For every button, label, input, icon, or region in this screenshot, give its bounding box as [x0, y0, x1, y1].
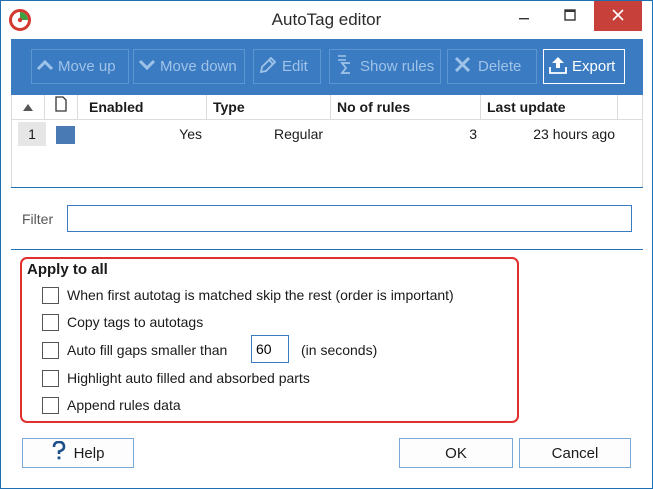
sort-up-icon [22, 99, 34, 115]
filter-input[interactable] [67, 205, 632, 232]
ok-button[interactable]: OK [399, 438, 513, 468]
export-label: Export [572, 58, 616, 75]
upload-icon [548, 55, 572, 79]
sigma-list-icon [334, 54, 360, 80]
table-header: Enabled Type No of rules Last update [12, 95, 642, 120]
column-header-type[interactable]: Type [207, 95, 331, 120]
sort-column-header[interactable] [12, 95, 45, 120]
toolbar: Move up Move down Edit Show rules Delete [11, 39, 643, 95]
move-down-label: Move down [160, 58, 237, 75]
auto-fill-checkbox[interactable] [42, 341, 59, 359]
delete-button[interactable]: Delete [447, 49, 537, 84]
apply-to-all-title: Apply to all [27, 261, 108, 278]
move-up-button[interactable]: Move up [31, 49, 129, 84]
auto-fill-option[interactable]: Auto fill gaps smaller than [42, 340, 227, 360]
append-rules-label: Append rules data [67, 397, 181, 413]
ok-label: OK [445, 444, 467, 462]
cancel-button[interactable]: Cancel [519, 438, 631, 468]
export-button[interactable]: Export [543, 49, 625, 84]
move-down-button[interactable]: Move down [133, 49, 245, 84]
close-button[interactable] [594, 1, 642, 31]
edit-label: Edit [282, 58, 308, 75]
document-icon [55, 96, 67, 115]
filter-label: Filter [22, 211, 54, 227]
chevron-down-icon [138, 58, 160, 76]
cell-type: Regular [274, 126, 324, 142]
column-header-enabled[interactable]: Enabled [83, 95, 207, 120]
skip-rest-checkbox[interactable] [42, 286, 59, 304]
delete-x-icon [452, 55, 478, 79]
color-column-header[interactable] [45, 95, 78, 120]
fill-gap-unit: (in seconds) [301, 342, 378, 358]
skip-rest-option[interactable]: When first autotag is matched skip the r… [42, 285, 454, 305]
column-header-rules[interactable]: No of rules [331, 95, 481, 120]
cell-enabled: Yes [179, 126, 202, 142]
skip-rest-label: When first autotag is matched skip the r… [67, 287, 454, 303]
grid-bottom-divider [11, 187, 643, 188]
cell-last-update: 23 hours ago [533, 126, 615, 142]
minimize-icon [518, 8, 530, 24]
minimize-button[interactable] [502, 1, 546, 31]
append-rules-checkbox[interactable] [42, 396, 59, 414]
row-number: 1 [18, 122, 46, 146]
show-rules-label: Show rules [360, 58, 435, 75]
chevron-up-icon [36, 58, 58, 76]
copy-tags-option[interactable]: Copy tags to autotags [42, 312, 203, 332]
column-header-last-update[interactable]: Last update [481, 95, 618, 120]
highlight-option[interactable]: Highlight auto filled and absorbed parts [42, 368, 310, 388]
cancel-label: Cancel [551, 444, 599, 462]
help-label: Help [73, 444, 105, 462]
append-rules-option[interactable]: Append rules data [42, 395, 181, 415]
highlight-checkbox[interactable] [42, 369, 59, 387]
fill-gap-seconds-input[interactable] [251, 335, 289, 363]
auto-fill-label: Auto fill gaps smaller than [67, 342, 228, 358]
highlight-label: Highlight auto filled and absorbed parts [67, 370, 310, 386]
autotag-editor-window: AutoTag editor Move up Move down Edit Sh… [0, 0, 653, 489]
filter-bottom-divider [11, 249, 643, 250]
cell-rules: 3 [469, 126, 477, 142]
table-row[interactable]: 1 Yes Regular 3 23 hours ago [12, 121, 642, 148]
show-rules-button[interactable]: Show rules [329, 49, 441, 84]
maximize-button[interactable] [548, 1, 592, 31]
pencil-icon [258, 55, 282, 79]
copy-tags-checkbox[interactable] [42, 313, 59, 331]
question-mark-icon [52, 440, 66, 465]
title-bar: AutoTag editor [1, 1, 652, 39]
move-up-label: Move up [58, 58, 116, 75]
maximize-icon [564, 8, 576, 24]
help-button[interactable]: Help [22, 438, 134, 468]
row-color-swatch[interactable] [56, 126, 75, 144]
delete-label: Delete [478, 58, 522, 75]
autotag-table: Enabled Type No of rules Last update 1 Y… [11, 95, 643, 187]
copy-tags-label: Copy tags to autotags [67, 314, 204, 330]
edit-button[interactable]: Edit [253, 49, 321, 84]
close-icon [612, 8, 624, 24]
